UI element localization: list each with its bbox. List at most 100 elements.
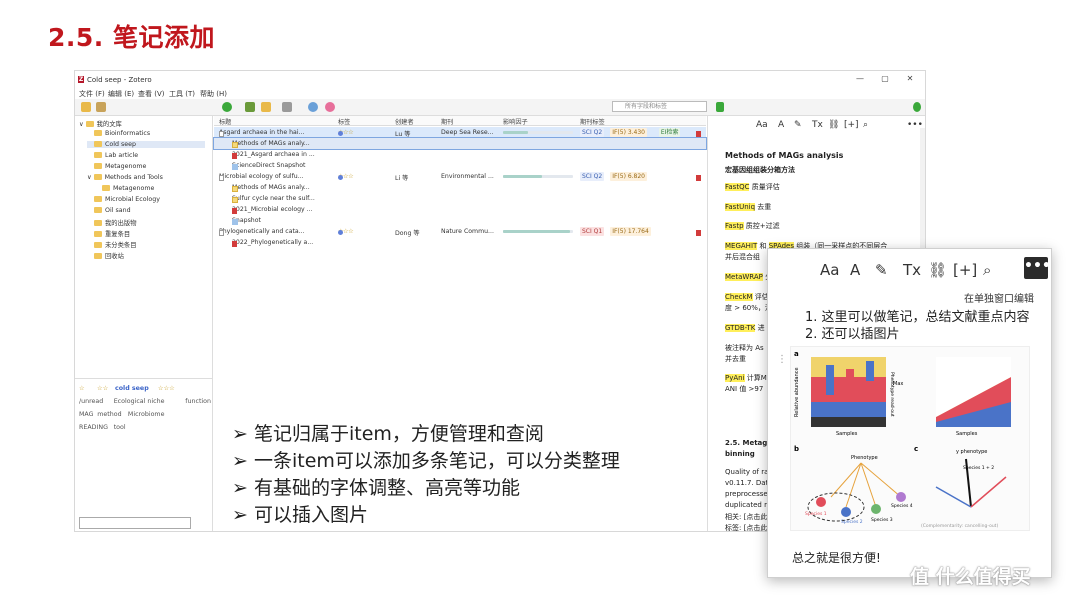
item-title: Phylogenetically and cata... [219, 228, 305, 235]
collection-item[interactable]: Metagenome [95, 185, 205, 192]
tag-chip[interactable]: function [185, 398, 211, 405]
attachment-row[interactable]: Methods of MAGs analy... [213, 137, 707, 150]
collection-item[interactable]: ∨ Methods and Tools [87, 174, 205, 181]
attachment-row[interactable]: Methods of MAGs analy... [214, 182, 706, 193]
tag-chip[interactable]: ☆☆☆ [158, 385, 175, 392]
tag-chip[interactable]: Microbiome [128, 411, 165, 418]
collection-item[interactable]: Bioinformatics [87, 130, 205, 137]
close-button[interactable]: ✕ [901, 74, 919, 86]
collection-item[interactable]: Microbial Ecology [87, 196, 205, 203]
link-icon[interactable]: ⛓ [928, 261, 947, 279]
attachment-pdf-icon[interactable] [696, 175, 701, 181]
library-menu-icon[interactable] [96, 102, 106, 112]
collection-item[interactable]: Metagenome [87, 163, 205, 170]
tag-chip[interactable]: ☆☆ [97, 385, 108, 392]
journal-badge: IF(5) 6.820 [610, 172, 647, 181]
menu-help[interactable]: 帮助 (H) [200, 89, 227, 99]
slide-title: 2.5. 笔记添加 [48, 23, 215, 52]
column-creator[interactable]: 创建者 [395, 117, 414, 126]
more-options-button[interactable]: ••• [1024, 257, 1051, 279]
new-item-icon[interactable] [222, 102, 232, 112]
collection-item[interactable]: 我的出版物 [87, 218, 205, 227]
tag-chip[interactable]: Ecological niche [114, 398, 165, 405]
sync-icon[interactable] [913, 102, 921, 112]
item-row[interactable]: ∨ Microbial ecology of sulfu...☆☆☆Li 等En… [214, 171, 706, 182]
collection-item[interactable]: Oil sand [87, 207, 205, 214]
note-icon [232, 186, 238, 192]
text-color-icon[interactable]: A [778, 120, 784, 130]
expand-toggle-icon[interactable]: ∨ [87, 174, 92, 181]
pdf-icon [232, 241, 237, 247]
collection-item[interactable]: Lab article [87, 152, 205, 159]
attachment-row[interactable]: 2021_Asgard archaea in ... [214, 149, 706, 160]
collection-item[interactable]: ∨ 我的文库 [79, 119, 205, 128]
font-size-icon[interactable]: Aa [756, 120, 768, 130]
collection-item[interactable]: 回收站 [87, 251, 205, 260]
link-icon[interactable]: ⛓ [828, 120, 839, 130]
highlight-icon[interactable]: ✎ [794, 120, 802, 130]
tag-chip[interactable]: /unread [79, 398, 103, 405]
attachment-pdf-icon[interactable] [696, 230, 701, 236]
font-size-icon[interactable]: Aa [820, 261, 839, 279]
tag-filter-input[interactable] [79, 517, 191, 529]
clear-format-icon[interactable]: Tx [812, 120, 823, 130]
tag-chip[interactable]: cold seep [115, 385, 149, 392]
minimize-button[interactable]: — [851, 74, 869, 86]
tag-chip[interactable]: MAG [79, 411, 94, 418]
attach-icon[interactable] [282, 102, 292, 112]
bullet-item: ➢ 笔记归属于item，方便管理和查阅 [232, 423, 544, 445]
collection-label: Metagenome [113, 185, 155, 192]
add-by-identifier-icon[interactable] [245, 102, 255, 112]
note-zoom-popup: Aa A ✎ Tx ⛓ [+] ⌕ ••• 在单独窗口编辑 1. 这里可以做笔记… [767, 248, 1052, 578]
impact-factor-bar [503, 230, 573, 233]
item-creator: Li 等 [395, 175, 409, 182]
collection-item[interactable]: Cold seep [87, 141, 205, 148]
attachment-row[interactable]: Sulfur cycle near the sulf... [214, 193, 706, 204]
search-input[interactable]: 所有字段和标签 [612, 101, 707, 112]
expand-toggle-icon[interactable]: ∨ [79, 121, 84, 128]
column-title[interactable]: 标题 [219, 117, 231, 126]
folder-icon [94, 253, 102, 259]
menu-file[interactable]: 文件 (F) [79, 89, 105, 99]
item-row[interactable]: ∨ Asgard archaea in the hai...☆☆☆Lu 等Dee… [214, 127, 706, 138]
tag-chip[interactable]: READING [79, 424, 108, 431]
text-color-icon[interactable]: A [850, 261, 860, 279]
tag-color-dot-icon [338, 131, 343, 136]
item-icon [219, 175, 224, 181]
column-tags[interactable]: 标签 [338, 117, 350, 126]
inserted-figure[interactable]: a Relative abundance Samples Max Phenoty… [790, 346, 1030, 531]
tag-chip[interactable]: method [97, 411, 121, 418]
back-arrow-icon[interactable] [716, 102, 724, 112]
new-note-icon[interactable] [261, 102, 271, 112]
attachment-row[interactable]: Snapshot [214, 215, 706, 226]
collection-item[interactable]: 未分类条目 [87, 240, 205, 249]
locate-icon[interactable] [325, 102, 335, 112]
tag-chip[interactable]: tool [114, 424, 126, 431]
folder-icon [94, 196, 102, 202]
menu-tools[interactable]: 工具 (T) [169, 89, 195, 99]
find-icon[interactable]: ⌕ [983, 261, 991, 279]
column-journal-tags[interactable]: 期刊标签 [580, 117, 605, 126]
attachment-row[interactable]: 2021_Microbial ecology ... [214, 204, 706, 215]
tag-color-dot-icon [338, 175, 343, 180]
clear-format-icon[interactable]: Tx [903, 261, 921, 279]
insert-citation-icon[interactable]: [+] [953, 261, 977, 279]
attachment-row[interactable]: 2022_Phylogenetically a... [214, 237, 706, 248]
collection-item[interactable]: 重复条目 [87, 229, 205, 238]
highlight-icon[interactable]: ✎ [875, 261, 888, 279]
find-icon[interactable]: ⌕ [863, 120, 868, 130]
maximize-button[interactable]: ▢ [876, 74, 894, 86]
attachment-row[interactable]: ScienceDirect Snapshot [214, 160, 706, 171]
item-row[interactable]: ∨ Phylogenetically and cata...☆☆☆Dong 等N… [214, 226, 706, 237]
insert-citation-icon[interactable]: [+] [844, 120, 859, 130]
attachment-pdf-icon[interactable] [696, 131, 701, 137]
journal-badge: SCI Q2 [580, 128, 605, 137]
tag-chip[interactable]: ☆ [79, 385, 85, 392]
column-journal[interactable]: 期刊 [441, 117, 453, 126]
advanced-search-icon[interactable] [308, 102, 318, 112]
menu-view[interactable]: 查看 (V) [138, 89, 164, 99]
new-collection-icon[interactable] [81, 102, 91, 112]
column-impact-factor[interactable]: 影响因子 [503, 117, 528, 126]
menu-edit[interactable]: 编辑 (E) [108, 89, 134, 99]
folder-icon [94, 207, 102, 213]
